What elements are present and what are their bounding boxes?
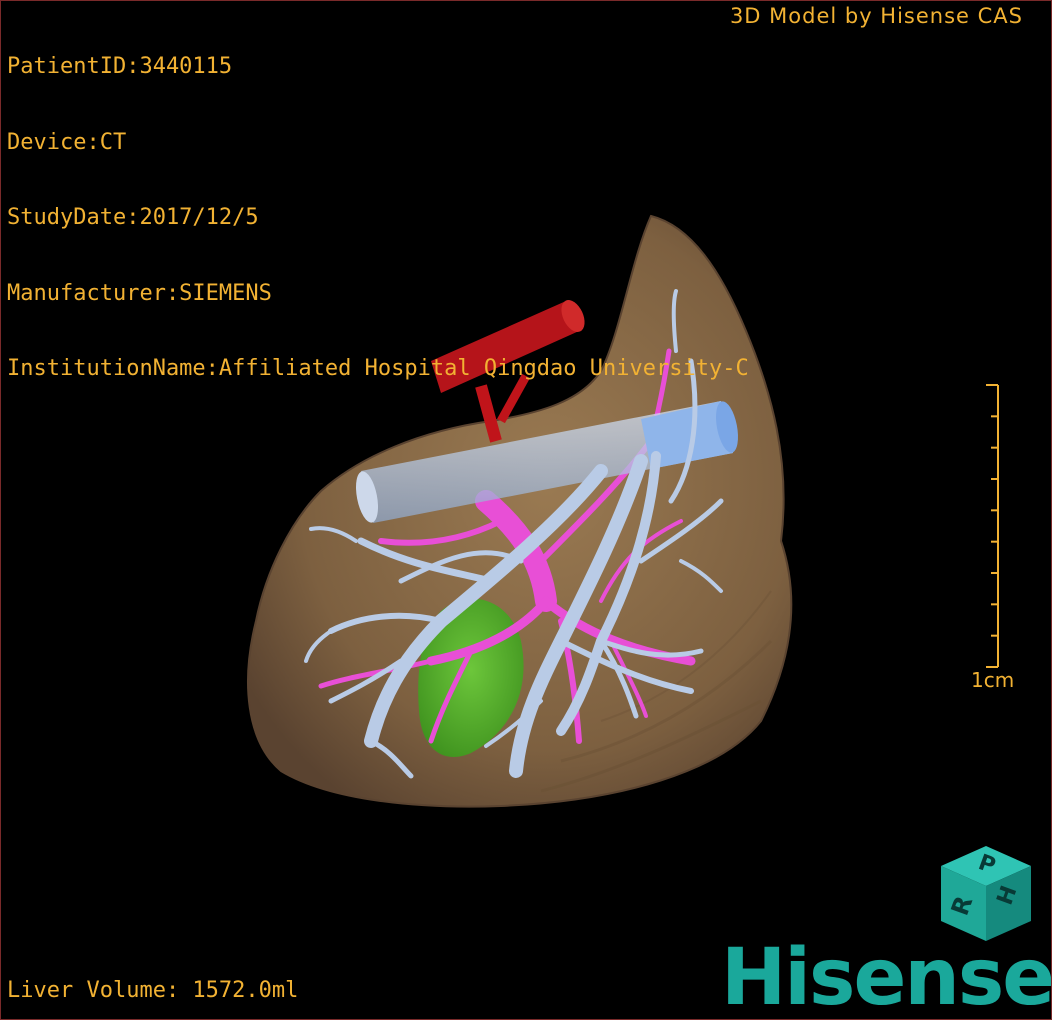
institution-text: InstitutionName:Affiliated Hospital Qing… — [7, 356, 749, 381]
3d-viewport[interactable]: PatientID:3440115 Device:CT StudyDate:20… — [0, 0, 1052, 1020]
dicom-info-overlay: PatientID:3440115 Device:CT StudyDate:20… — [7, 4, 749, 432]
model-credit-text: 3D Model by Hisense CAS — [729, 4, 1023, 28]
scale-bar — [986, 384, 999, 668]
liver-volume-text: Liver Volume: 1572.0ml — [7, 978, 299, 1003]
manufacturer-text: Manufacturer:SIEMENS — [7, 280, 272, 306]
device-text: Device:CT — [7, 129, 127, 155]
patient-id-text: PatientID:3440115 — [7, 54, 233, 79]
scale-label: 1cm — [971, 668, 1015, 692]
hisense-logo: Hisense — [721, 933, 1052, 1020]
study-date-text: StudyDate:2017/12/5 — [7, 205, 259, 230]
